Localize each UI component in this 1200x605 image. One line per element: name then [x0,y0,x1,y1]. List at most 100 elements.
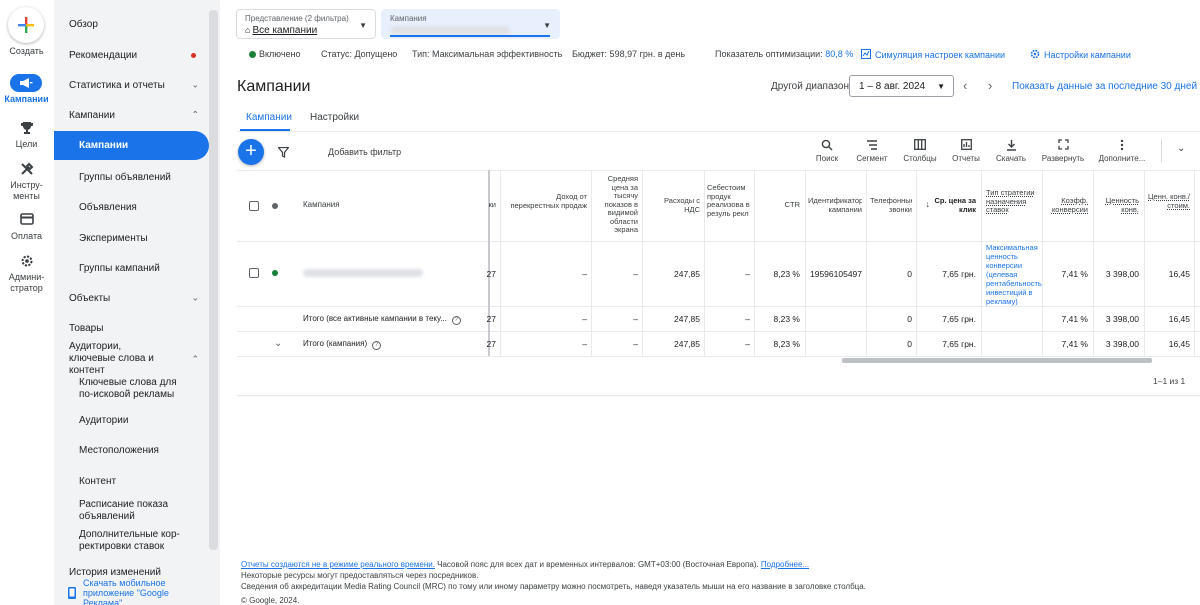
mobile-app-link[interactable]: Скачать мобильное приложение "Google Рек… [54,578,209,605]
col-header-campaign-id[interactable]: Идентификатор кампании [808,197,862,214]
columns-button[interactable]: Столбцы [900,139,940,167]
chart-icon [861,49,871,59]
nav-keywords[interactable]: Ключевые слова для по-исковой рекламы [54,376,209,402]
col-header-cross-income[interactable]: Доход от перекрестных продаж [506,192,587,210]
nav-scrollbar[interactable] [209,10,218,550]
simulate-label: Симуляция настроек кампании [875,50,1006,60]
trophy-icon[interactable] [0,121,53,135]
nav-content[interactable]: Контент [54,471,209,491]
nav-campaign-groups[interactable]: Группы кампаний [54,258,209,278]
nav-ad-groups[interactable]: Группы объявлений [54,167,209,187]
nav-ads[interactable]: Объявления [54,197,209,217]
columns-label: Столбцы [903,154,937,163]
col-header-cost-vat[interactable]: Расходы с НДС [648,196,700,214]
campaign-selector[interactable]: Кампания ▼ [381,9,560,39]
row-checkbox[interactable] [249,268,259,278]
nav-campaigns-group[interactable]: Кампании ⌃ [54,105,209,125]
expand-button[interactable]: Развернуть [1039,139,1087,167]
enabled-status[interactable]: Включено [249,49,301,59]
table-horizontal-scrollbar[interactable] [842,358,1152,363]
col-header-phone-calls[interactable]: Телефонные звонки [870,197,912,214]
cell-ctr: 8,23 % [773,314,800,324]
optimization-value[interactable]: 80,8 % [825,49,853,59]
col-header-conv-value[interactable]: Ценность конв. [1097,196,1139,214]
nav-objects[interactable]: Объекты ⌄ [54,288,209,308]
search-button[interactable]: Поиск [811,139,843,167]
megaphone-icon [20,78,33,88]
learn-more-link[interactable]: Подробнее... [761,560,809,569]
segment-button[interactable]: Сегмент [852,139,892,167]
col-header-ctr[interactable]: CTR [760,200,800,210]
nav-products[interactable]: Товары [54,318,209,338]
more-button[interactable]: Дополните... [1096,139,1148,167]
settings-link[interactable]: Настройки кампании [1030,49,1131,60]
tab-settings[interactable]: Настройки [310,112,359,123]
prev-period-button[interactable]: ‹ [963,78,967,93]
tools-icon[interactable] [0,162,53,176]
total-campaign-label: Итого (кампания)? [303,339,382,350]
next-period-button[interactable]: › [988,78,992,93]
nav-recommendations[interactable]: Рекомендации [54,45,209,65]
expand-chevron-icon[interactable]: ⌄ [274,338,282,349]
create-button[interactable] [8,7,44,43]
sort-arrow-down-icon[interactable]: ↓ [924,200,931,209]
add-filter-button[interactable]: Добавить фильтр [328,147,401,157]
campaign-name-redacted [390,26,510,34]
chevron-down-icon: ⌄ [191,292,199,303]
nav-stats[interactable]: Статистика и отчеты ⌄ [54,75,209,95]
nav-campaigns[interactable]: Кампании [54,131,209,160]
billing-rail-label[interactable]: Оплата [0,231,53,242]
nav-locations[interactable]: Местоположения [54,440,209,460]
select-all-checkbox[interactable] [249,201,259,211]
segment-icon [852,139,892,154]
col-divider [1194,170,1195,356]
total-active-text: Итого (все активные кампании в теку... [303,314,447,323]
active-tab-indicator [240,129,290,131]
nav-overview[interactable]: Обзор [54,14,209,34]
filter-icon[interactable] [277,145,290,163]
col-header-conv-rate[interactable]: Коэфф. конверсии [1046,196,1088,214]
cell-conv-value: 3 398,00 [1105,269,1139,279]
date-range-picker[interactable]: 1 – 8 авг. 2024 ▼ [849,75,954,97]
admin-rail-label[interactable]: Админи- стратор [0,272,53,294]
last-30-days-link[interactable]: Показать данные за последние 30 дней [1012,81,1197,92]
nav-bid-adjustments[interactable]: Дополнительные кор-ректировки ставок [54,528,209,554]
col-header-campaign[interactable]: Кампания [303,200,340,210]
reports-button[interactable]: Отчеты [948,139,984,167]
download-button[interactable]: Скачать [992,139,1030,167]
col-header-bid-strategy[interactable]: Тип стратегии назначения ставок [986,188,1038,215]
campaigns-rail-button[interactable] [10,74,42,92]
tab-campaigns[interactable]: Кампании [246,112,292,123]
add-campaign-button[interactable]: + [238,139,264,165]
nav-experiments[interactable]: Эксперименты [54,228,209,248]
gear-icon[interactable] [0,254,53,268]
col-header-avg-cpc[interactable]: Ср. цена за клик [934,196,976,214]
nav-schedule[interactable]: Расписание показа объявлений [54,498,209,524]
nav-campaign-groups-label: Группы кампаний [79,262,160,274]
cell-ctr: 8,23 % [773,339,800,349]
help-icon[interactable]: ? [372,341,382,350]
campaigns-rail-label[interactable]: Кампании [0,94,53,105]
credit-card-icon[interactable] [0,213,53,225]
goals-rail-label[interactable]: Цели [0,139,53,150]
nav-audiences[interactable]: Аудитории [54,410,209,430]
col-header-cogs[interactable]: Себестоим продук реализова в резуль рекл [707,184,751,218]
create-label: Создать [9,46,44,56]
nav-audiences-group[interactable]: Аудитории, ключевые слова и контент ⌃ [54,341,209,376]
col-divider [1042,170,1043,356]
cell-bid-strategy-link[interactable]: Максимальная ценность конверсии (целевая… [986,243,1042,306]
header-bottom-border [237,241,1200,242]
campaign-name-redacted[interactable] [303,269,423,277]
status-header-dot [272,203,278,209]
download-icon [992,139,1030,154]
cell-cogs: – [745,269,750,279]
help-icon[interactable]: ? [451,316,461,325]
col-header-truncated[interactable]: ки [474,200,496,210]
col-header-value-cost[interactable]: Ценн. конв./ стоим. [1148,192,1190,210]
collapse-toolbar-icon[interactable]: ⌄ [1177,143,1185,154]
simulate-link[interactable]: Симуляция настроек кампании [861,49,1005,60]
view-selector[interactable]: Представление (2 фильтра) ⌂ Все кампании … [236,9,376,39]
col-header-avg-cpm[interactable]: Средняя цена за тысячу показов в видимой… [596,174,638,235]
tools-rail-label[interactable]: Инстру- менты [0,180,53,202]
realtime-notice-link[interactable]: Отчеты создаются не в режиме реального в… [241,560,435,569]
